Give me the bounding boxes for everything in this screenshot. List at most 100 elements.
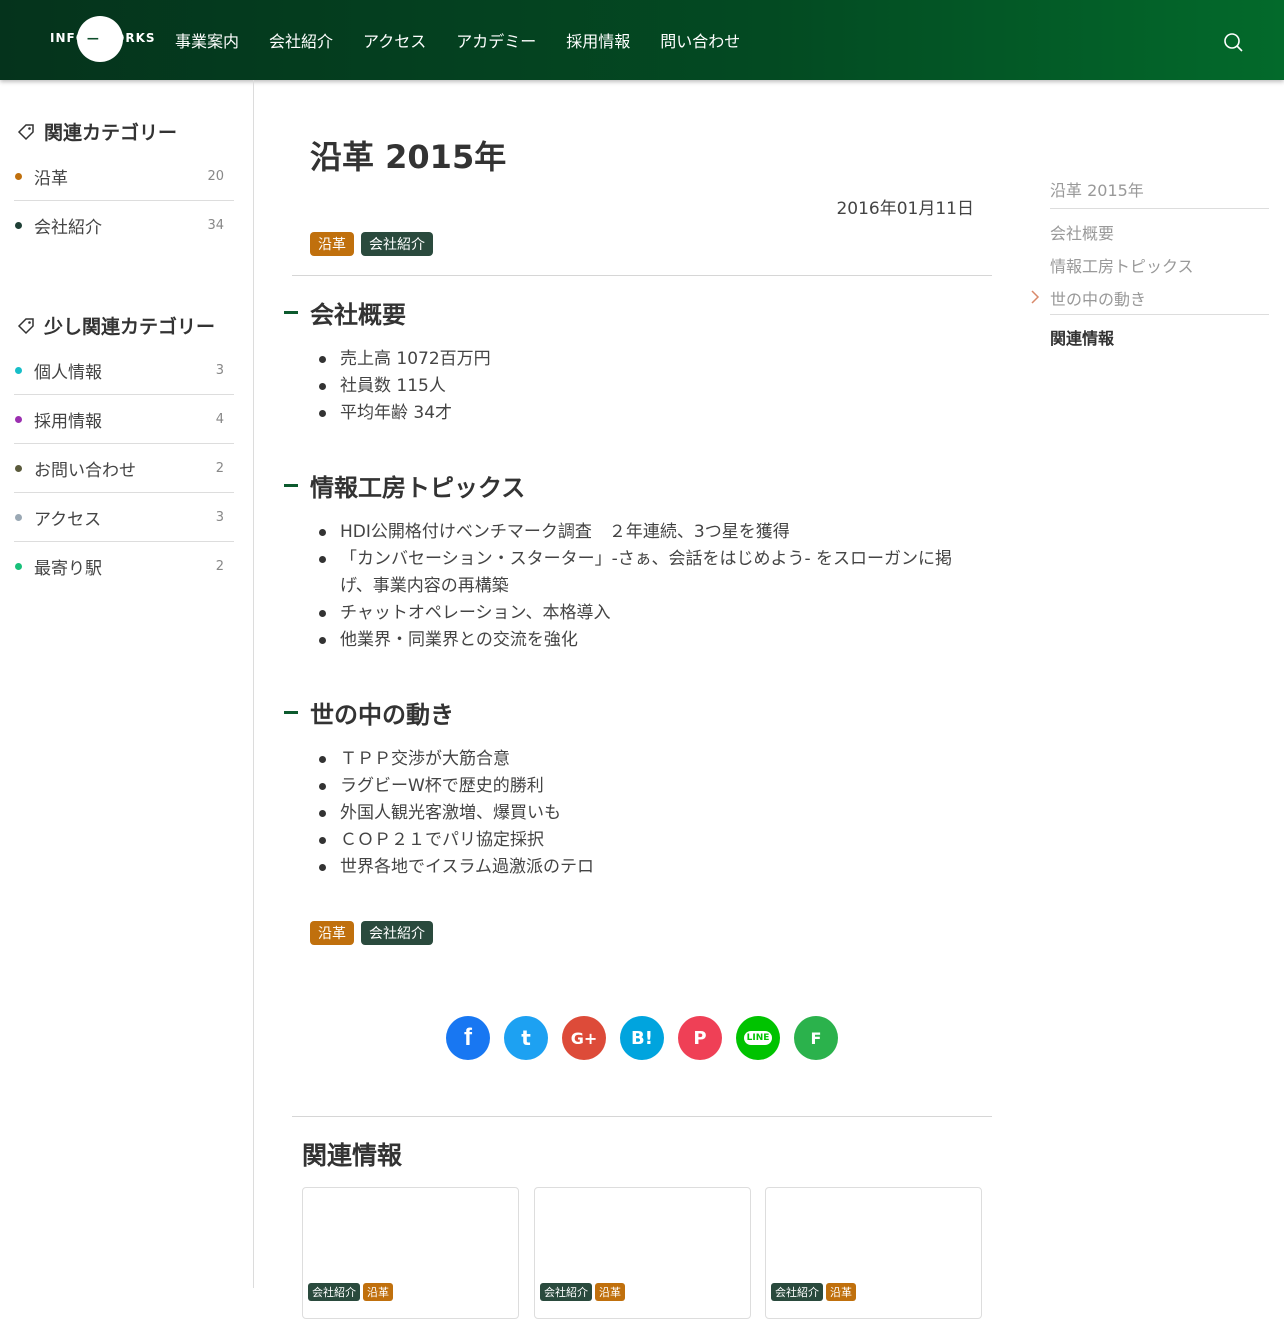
list-item: HDI公開格付けベンチマーク調査 ２年連続、3つ星を獲得 bbox=[319, 519, 980, 546]
related-card[interactable]: 会社紹介 沿革 bbox=[765, 1187, 982, 1319]
category-item[interactable]: アクセス 3 bbox=[14, 493, 234, 542]
page-title: 沿革 2015年 bbox=[310, 138, 507, 176]
category-label: 沿革 bbox=[34, 168, 68, 189]
line-share-button[interactable]: LINE bbox=[736, 1016, 780, 1060]
related-categories-heading: 関連カテゴリー bbox=[16, 118, 177, 145]
category-count: 2 bbox=[215, 460, 224, 476]
article-tags-bottom: 沿革 会社紹介 bbox=[310, 921, 440, 945]
some-related-categories-heading: 少し関連カテゴリー bbox=[16, 312, 215, 339]
section-heading-text: 世の中の動き bbox=[310, 701, 454, 729]
category-item[interactable]: 沿革 20 bbox=[14, 152, 234, 201]
category-count: 4 bbox=[215, 411, 224, 427]
card-tags: 会社紹介 沿革 bbox=[540, 1283, 628, 1301]
list-item: 他業界・同業界との交流を強化 bbox=[319, 627, 980, 654]
section-heading: 世の中の動き bbox=[284, 695, 454, 730]
feedly-share-button[interactable]: F bbox=[794, 1016, 838, 1060]
list-item: 外国人観光客激増、爆買いも bbox=[319, 800, 980, 827]
related-card[interactable]: 会社紹介 沿革 bbox=[302, 1187, 519, 1319]
related-categories-list: 沿革 20 会社紹介 34 bbox=[14, 152, 234, 249]
card-tags: 会社紹介 沿革 bbox=[308, 1283, 396, 1301]
list-item: ＴＰＰ交渉が大筋合意 bbox=[319, 746, 980, 773]
search-icon[interactable] bbox=[1222, 31, 1244, 53]
related-card[interactable]: 会社紹介 沿革 bbox=[534, 1187, 751, 1319]
section-heading: 情報工房トピックス bbox=[284, 468, 525, 503]
category-dot bbox=[15, 562, 22, 570]
tag-icon bbox=[17, 317, 34, 334]
related-info-heading: 関連情報 bbox=[302, 1141, 403, 1170]
list-item: チャットオペレーション、本格導入 bbox=[319, 600, 980, 627]
nav-company[interactable]: 会社紹介 bbox=[269, 28, 333, 52]
section-heading: 会社概要 bbox=[284, 295, 406, 330]
section-list: 売上高 1072百万円 社員数 115人 平均年齢 34才 bbox=[319, 346, 980, 427]
toc-title[interactable]: 沿革 2015年 bbox=[1050, 170, 1269, 209]
category-dot bbox=[15, 464, 22, 472]
category-label: お問い合わせ bbox=[34, 460, 136, 481]
some-related-categories-title: 少し関連カテゴリー bbox=[44, 316, 216, 338]
table-of-contents: 沿革 2015年 会社概要 情報工房トピックス 世の中の動き 関連情報 bbox=[1031, 170, 1269, 359]
category-item[interactable]: お問い合わせ 2 bbox=[14, 444, 234, 493]
nav-access[interactable]: アクセス bbox=[363, 28, 426, 52]
category-label: アクセス bbox=[34, 509, 102, 530]
list-item: 世界各地でイスラム過激派のテロ bbox=[319, 854, 980, 881]
toc-item-label: 会社概要 bbox=[1050, 223, 1115, 243]
hatena-share-button[interactable]: B! bbox=[620, 1016, 664, 1060]
card-tag: 会社紹介 bbox=[540, 1283, 592, 1301]
category-item[interactable]: 個人情報 3 bbox=[14, 346, 234, 395]
line-icon: LINE bbox=[743, 1031, 773, 1045]
category-item[interactable]: 会社紹介 34 bbox=[14, 201, 234, 249]
divider bbox=[292, 1116, 992, 1117]
category-count: 3 bbox=[215, 509, 224, 525]
list-item: 平均年齢 34才 bbox=[319, 400, 980, 427]
category-label: 個人情報 bbox=[34, 362, 102, 383]
site-logo[interactable]: INFO—WORKS bbox=[50, 16, 155, 64]
logo-text: INFO—WORKS bbox=[50, 31, 155, 45]
category-count: 34 bbox=[207, 217, 224, 233]
category-dot bbox=[15, 221, 22, 229]
nav-business[interactable]: 事業案内 bbox=[175, 28, 239, 52]
toc-item-label: 世の中の動き bbox=[1050, 289, 1147, 309]
googleplus-share-button[interactable]: G+ bbox=[562, 1016, 606, 1060]
chevron-right-icon bbox=[1031, 290, 1040, 304]
post-date: 2016年01月11日 bbox=[836, 199, 974, 219]
tag-company[interactable]: 会社紹介 bbox=[361, 232, 433, 256]
section-list: ＴＰＰ交渉が大筋合意 ラグビーW杯で歴史的勝利 外国人観光客激増、爆買いも ＣＯ… bbox=[319, 746, 980, 881]
section-heading-text: 情報工房トピックス bbox=[310, 474, 526, 502]
logo-text-left: INFO bbox=[50, 31, 87, 45]
category-dot bbox=[15, 366, 22, 374]
facebook-share-button[interactable]: f bbox=[446, 1016, 490, 1060]
toc-item[interactable]: 情報工房トピックス bbox=[1050, 248, 1269, 281]
toc-item-active[interactable]: 世の中の動き bbox=[1031, 281, 1269, 314]
card-tag: 会社紹介 bbox=[308, 1283, 360, 1301]
nav-recruit[interactable]: 採用情報 bbox=[566, 28, 630, 52]
category-dot bbox=[15, 415, 22, 423]
nav-contact[interactable]: 問い合わせ bbox=[660, 28, 740, 52]
nav-academy[interactable]: アカデミー bbox=[456, 28, 536, 52]
card-tag: 沿革 bbox=[363, 1283, 393, 1301]
toc-item[interactable]: 会社概要 bbox=[1050, 215, 1269, 248]
logo-text-right: WORKS bbox=[99, 31, 156, 45]
category-count: 2 bbox=[215, 558, 224, 574]
card-tag: 会社紹介 bbox=[771, 1283, 823, 1301]
category-item[interactable]: 採用情報 4 bbox=[14, 395, 234, 444]
some-related-categories-list: 個人情報 3 採用情報 4 お問い合わせ 2 アクセス 3 最寄り駅 2 bbox=[14, 346, 234, 590]
category-dot bbox=[15, 172, 22, 180]
tag-company[interactable]: 会社紹介 bbox=[361, 921, 433, 945]
tag-history[interactable]: 沿革 bbox=[310, 232, 354, 256]
card-tags: 会社紹介 沿革 bbox=[771, 1283, 859, 1301]
toc-related[interactable]: 関連情報 bbox=[1050, 315, 1269, 359]
card-tag: 沿革 bbox=[595, 1283, 625, 1301]
main-nav: 事業案内 会社紹介 アクセス アカデミー 採用情報 問い合わせ bbox=[175, 0, 770, 80]
divider bbox=[292, 275, 992, 276]
site-header: INFO—WORKS 事業案内 会社紹介 アクセス アカデミー 採用情報 問い合… bbox=[0, 0, 1284, 80]
related-categories-title: 関連カテゴリー bbox=[44, 122, 178, 144]
twitter-share-button[interactable]: t bbox=[504, 1016, 548, 1060]
category-count: 20 bbox=[207, 168, 224, 184]
left-sidebar: 関連カテゴリー 沿革 20 会社紹介 34 少し関連カテゴリー 個人情報 3 採… bbox=[0, 80, 254, 1288]
pocket-share-button[interactable]: P bbox=[678, 1016, 722, 1060]
tag-icon bbox=[17, 123, 34, 140]
section-heading-bar bbox=[284, 311, 298, 314]
tag-history[interactable]: 沿革 bbox=[310, 921, 354, 945]
logo-connector: — bbox=[86, 31, 100, 45]
category-item[interactable]: 最寄り駅 2 bbox=[14, 542, 234, 590]
section-heading-text: 会社概要 bbox=[310, 301, 406, 329]
